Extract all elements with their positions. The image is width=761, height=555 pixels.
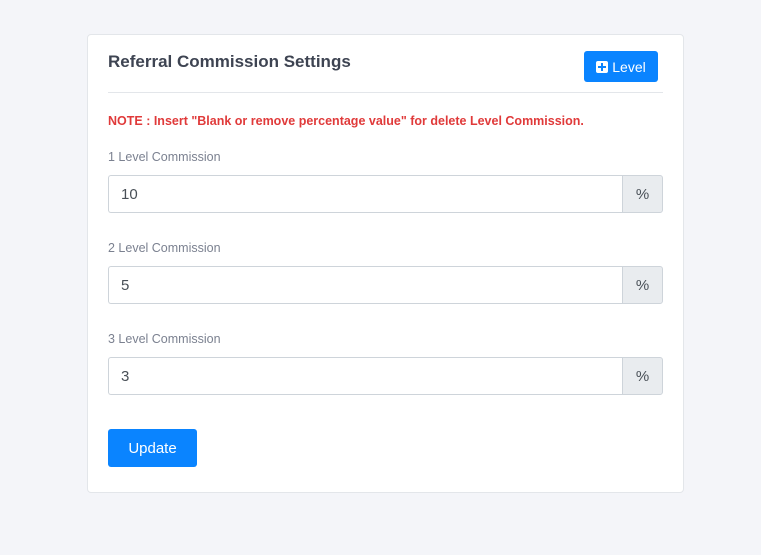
referral-commission-card: Referral Commission Settings Level NOTE … — [87, 34, 684, 493]
level-2-input-group: % — [108, 266, 663, 304]
level-2-commission-input[interactable] — [108, 266, 622, 304]
level-3-percent-addon: % — [622, 357, 663, 395]
level-2-percent-addon: % — [622, 266, 663, 304]
card-header: Referral Commission Settings Level — [108, 35, 663, 93]
level-3-label: 3 Level Commission — [108, 332, 221, 346]
add-level-label: Level — [612, 58, 646, 75]
level-1-input-group: % — [108, 175, 663, 213]
level-2-label: 2 Level Commission — [108, 241, 221, 255]
level-3-input-group: % — [108, 357, 663, 395]
level-3-commission-input[interactable] — [108, 357, 622, 395]
add-level-button[interactable]: Level — [584, 51, 658, 82]
level-1-commission-input[interactable] — [108, 175, 622, 213]
delete-note: NOTE : Insert "Blank or remove percentag… — [108, 114, 584, 128]
page-title: Referral Commission Settings — [108, 52, 351, 71]
update-button[interactable]: Update — [108, 429, 197, 467]
plus-square-icon — [596, 60, 609, 73]
level-1-label: 1 Level Commission — [108, 150, 221, 164]
level-1-percent-addon: % — [622, 175, 663, 213]
